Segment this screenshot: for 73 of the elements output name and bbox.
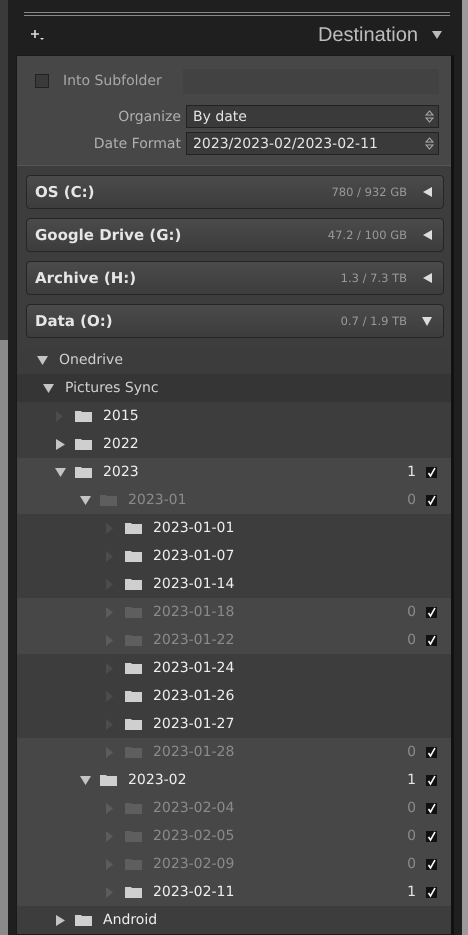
folder-icon	[125, 690, 142, 702]
stepper-icon	[425, 137, 434, 150]
folder-name[interactable]: 2023-02-11	[153, 884, 234, 900]
expanded-arrow-icon[interactable]	[421, 315, 433, 328]
photo-count: 0	[407, 632, 416, 648]
include-checkbox[interactable]	[426, 774, 437, 786]
include-checkbox[interactable]	[426, 886, 437, 898]
folder-icon	[125, 578, 142, 590]
folder-icon	[75, 466, 92, 478]
folder-icon	[75, 410, 92, 422]
folder-name[interactable]: Pictures Sync	[65, 380, 159, 396]
include-checkbox[interactable]	[426, 606, 437, 618]
folder-icon	[125, 886, 142, 898]
collapsed-arrow-icon[interactable]	[421, 229, 433, 242]
volume-header[interactable]: Archive (H:) 1.3 / 7.3 TB	[26, 261, 444, 296]
collapsed-arrow-icon[interactable]	[55, 914, 66, 926]
add-preset-icon[interactable]	[31, 29, 45, 42]
folder-name[interactable]: 2015	[103, 408, 139, 424]
expanded-arrow-icon[interactable]	[80, 494, 91, 506]
folder-icon	[100, 774, 117, 786]
folder-name[interactable]: 2023-01-14	[153, 576, 234, 592]
photo-count: 1	[407, 772, 416, 788]
organize-dropdown[interactable]: By date	[186, 105, 439, 128]
include-checkbox[interactable]	[426, 466, 437, 478]
include-checkbox[interactable]	[426, 494, 437, 506]
collapsed-arrow-icon[interactable]	[421, 186, 433, 198]
include-checkbox[interactable]	[426, 746, 437, 758]
expanded-arrow-icon[interactable]	[55, 466, 66, 478]
panel-title[interactable]: Destination	[318, 24, 418, 47]
folder-name[interactable]: Android	[103, 912, 158, 928]
folder-icon	[125, 718, 142, 730]
folder-name[interactable]: Onedrive	[59, 352, 123, 368]
folder-icon	[125, 550, 142, 562]
organize-label: Organize	[117, 108, 181, 125]
folder-name[interactable]: 2023-01-27	[153, 716, 234, 732]
expanded-arrow-icon[interactable]	[80, 774, 91, 786]
date-format-label: Date Format	[92, 136, 181, 152]
collapse-arrow-icon[interactable]	[432, 30, 442, 40]
folder-icon	[75, 914, 92, 926]
include-checkbox[interactable]	[426, 802, 437, 814]
folder-name[interactable]: 2023-01-01	[153, 520, 234, 536]
collapsed-arrow-icon[interactable]	[421, 272, 433, 284]
expanded-arrow-icon[interactable]	[37, 354, 48, 366]
stepper-icon	[425, 110, 434, 124]
photo-count: 0	[407, 604, 416, 620]
folder-name[interactable]: 2023-02	[128, 772, 186, 788]
include-checkbox[interactable]	[426, 858, 437, 870]
date-format-dropdown[interactable]: 2023/2023-02/2023-02-11	[186, 132, 439, 156]
photo-count: 0	[407, 744, 416, 760]
include-checkbox[interactable]	[426, 634, 437, 646]
include-checkbox[interactable]	[426, 830, 437, 842]
volume-header[interactable]: Google Drive (G:) 47.2 / 100 GB	[26, 218, 444, 252]
folder-icon	[125, 522, 142, 534]
folder-name[interactable]: 2023-01-26	[153, 688, 234, 704]
subfolder-label: Into Subfolder	[63, 73, 163, 90]
folder-name[interactable]: 2023	[103, 464, 139, 480]
photo-count: 1	[407, 884, 416, 900]
photo-count: 0	[407, 800, 416, 816]
folder-name[interactable]: 2023-01-07	[153, 548, 234, 564]
volume-header[interactable]: Data (O:) 0.7 / 1.9 TB	[26, 304, 444, 338]
photo-count: 1	[407, 464, 416, 480]
expanded-arrow-icon[interactable]	[43, 382, 54, 394]
folder-icon	[125, 662, 142, 674]
folder-icon	[75, 438, 92, 450]
volume-header[interactable]: OS (C:) 780 / 932 GB	[26, 175, 444, 210]
subfolder-checkbox[interactable]	[35, 74, 49, 88]
photo-count: 0	[407, 828, 416, 844]
scrollbar[interactable]	[0, 0, 8, 935]
photo-count: 0	[407, 856, 416, 872]
folder-name[interactable]: 2023-01-24	[153, 660, 234, 676]
photo-count: 0	[407, 492, 416, 508]
folder-name[interactable]: 2022	[103, 436, 139, 452]
collapsed-arrow-icon[interactable]	[55, 438, 66, 450]
